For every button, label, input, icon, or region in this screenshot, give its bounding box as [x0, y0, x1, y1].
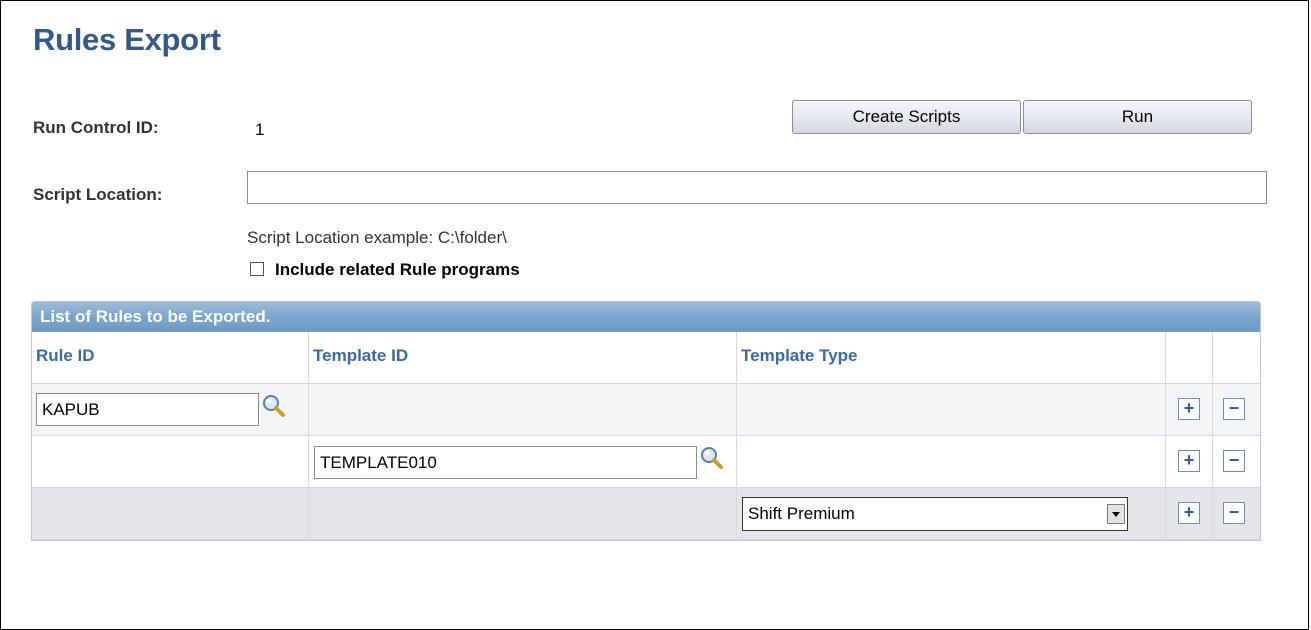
table-row-3-type-cell: Shift Premium	[737, 488, 1166, 540]
column-header-delete	[1213, 332, 1260, 384]
table-row-2-delete-cell: −	[1213, 436, 1260, 488]
include-related-checkbox[interactable]	[250, 262, 264, 276]
table-row-2-template-cell: TEMPLATE010	[309, 436, 737, 488]
chevron-down-icon[interactable]	[1107, 504, 1125, 524]
rule-id-input[interactable]: KAPUB	[36, 393, 259, 426]
minus-icon[interactable]: −	[1223, 502, 1245, 524]
table-row-1-template-cell	[309, 384, 737, 436]
column-header-add	[1166, 332, 1213, 384]
script-location-hint: Script Location example: C:\folder\	[247, 228, 507, 247]
table-row-3-add-cell: +	[1166, 488, 1213, 540]
include-related-label: Include related Rule programs	[275, 260, 520, 279]
table-row-2-type-cell	[737, 436, 1166, 488]
create-scripts-button[interactable]: Create Scripts	[792, 100, 1021, 134]
table-row-1-type-cell	[737, 384, 1166, 436]
table-row-2-add-cell: +	[1166, 436, 1213, 488]
column-header-template-type: Template Type	[737, 332, 1166, 384]
template-id-input[interactable]: TEMPLATE010	[314, 446, 697, 479]
plus-icon[interactable]: +	[1178, 502, 1200, 524]
script-location-input[interactable]	[247, 171, 1267, 204]
rules-grid: List of Rules to be Exported. Rule ID Te…	[31, 301, 1261, 541]
grid-title: List of Rules to be Exported.	[32, 302, 1260, 332]
table-row-1-delete-cell: −	[1213, 384, 1260, 436]
template-type-value: Shift Premium	[748, 504, 855, 523]
column-header-template-id: Template ID	[309, 332, 737, 384]
table-row-3-rule-cell	[32, 488, 309, 540]
plus-icon[interactable]: +	[1178, 398, 1200, 420]
table-row-2-rule-cell	[32, 436, 309, 488]
minus-icon[interactable]: −	[1223, 398, 1245, 420]
table-row-1-rule-cell: KAPUB	[32, 384, 309, 436]
table-row-3-delete-cell: −	[1213, 488, 1260, 540]
column-header-rule-id: Rule ID	[32, 332, 309, 384]
run-control-value: 1	[255, 120, 265, 139]
script-location-label: Script Location:	[33, 185, 163, 204]
run-control-label: Run Control ID:	[33, 118, 159, 137]
magnifier-icon[interactable]	[699, 445, 725, 471]
minus-icon[interactable]: −	[1223, 450, 1245, 472]
magnifier-icon[interactable]	[261, 393, 287, 419]
page-title: Rules Export	[33, 22, 221, 57]
plus-icon[interactable]: +	[1178, 450, 1200, 472]
table-row-1-add-cell: +	[1166, 384, 1213, 436]
template-type-select[interactable]: Shift Premium	[742, 497, 1128, 531]
table-row-3-template-cell	[309, 488, 737, 540]
run-button[interactable]: Run	[1023, 100, 1252, 134]
